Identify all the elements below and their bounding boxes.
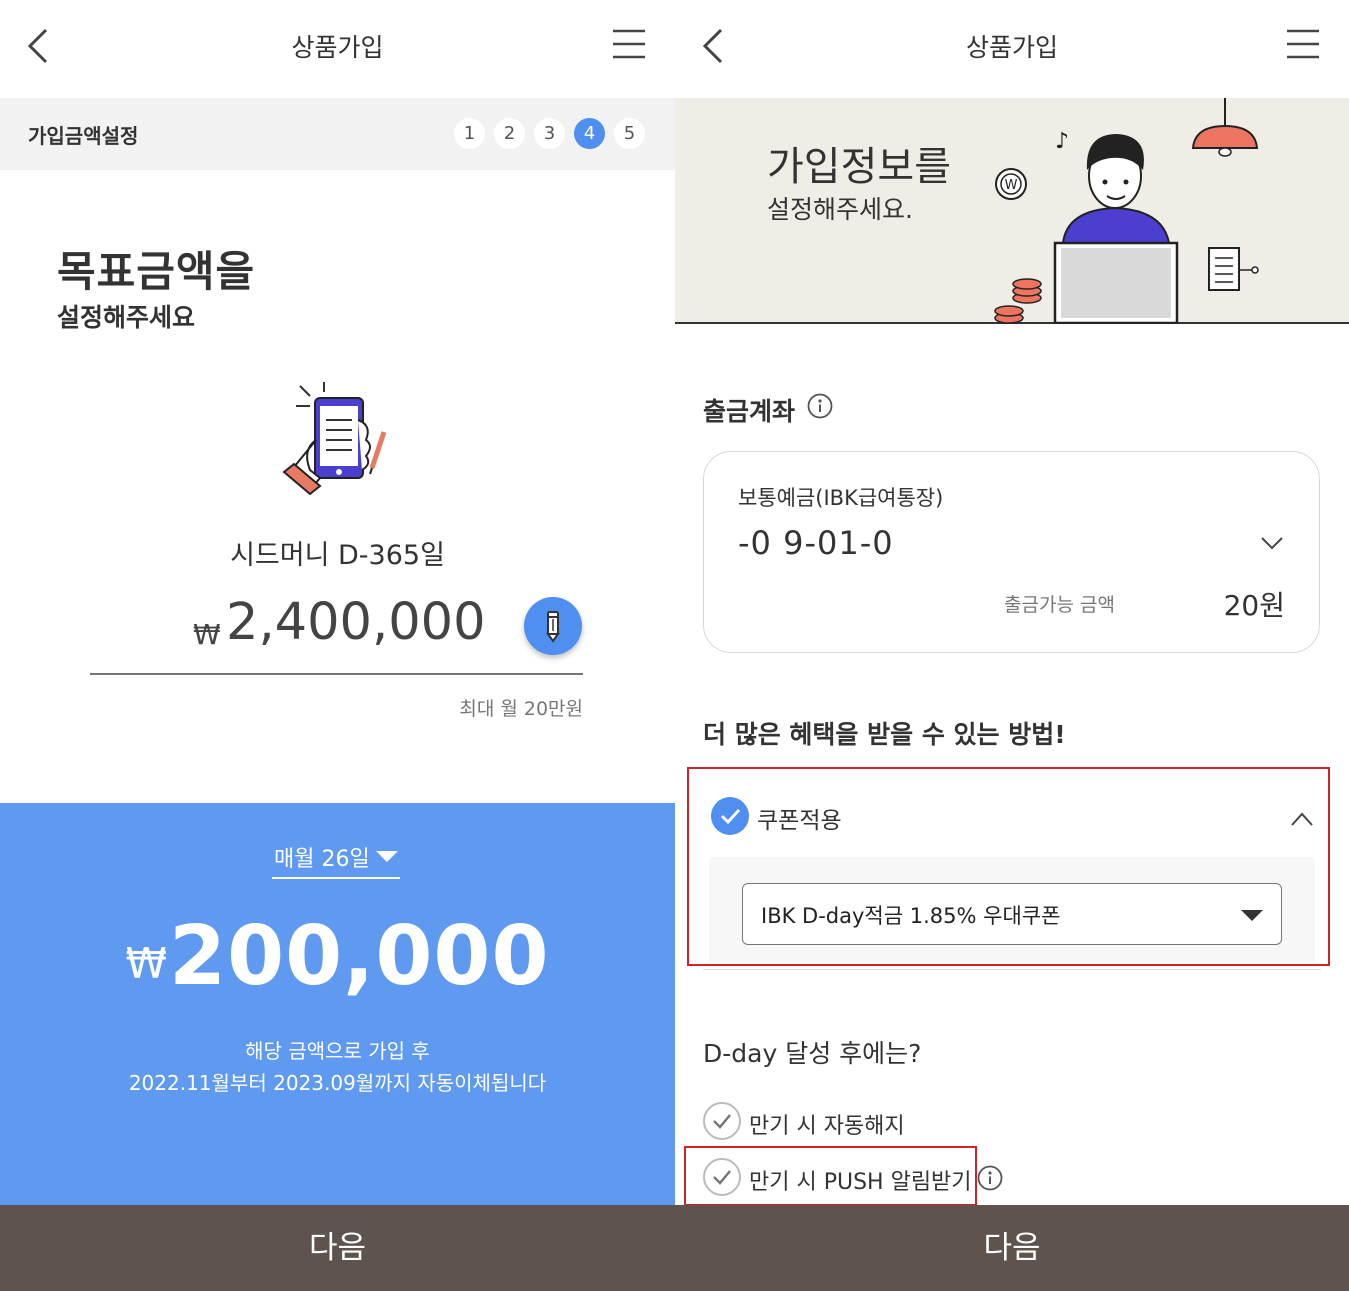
page-title: 상품가입 xyxy=(965,33,1058,62)
monthly-note-line2: 2022.11월부터 2023.09월까지 자동이체됩니다 xyxy=(128,1071,547,1095)
caret-down-icon xyxy=(376,851,398,862)
step-1: 1 xyxy=(454,118,485,149)
chevron-down-icon xyxy=(1261,537,1283,550)
svg-text:W: W xyxy=(1005,178,1018,193)
monthly-note-line1: 해당 금액으로 가입 후 xyxy=(245,1039,430,1063)
heading-subtitle: 설정해주세요 xyxy=(57,303,196,332)
check-circle-icon[interactable] xyxy=(703,1102,741,1140)
next-button[interactable]: 다음 xyxy=(675,1205,1349,1291)
page-title: 상품가입 xyxy=(291,33,384,62)
max-amount-note: 최대 월 20만원 xyxy=(459,698,583,720)
divider xyxy=(703,969,1321,970)
dday-title: D-day 달성 후에는? xyxy=(703,1039,922,1068)
next-button[interactable]: 다음 xyxy=(0,1205,675,1291)
withdraw-account-select[interactable]: 보통예금(IBK급여통장) -0 9-01-0 출금가능 금액 20원 xyxy=(703,451,1320,653)
monthly-amount: ₩200,000 xyxy=(0,909,675,1004)
heading-title: 목표금액을 xyxy=(57,247,256,296)
target-amount-value: 2,400,000 xyxy=(226,593,486,652)
info-banner: 가입정보를 설정해주세요. W ♪ xyxy=(675,98,1349,324)
option-label: 만기 시 자동해지 xyxy=(749,1114,905,1139)
monthly-amount-value: 200,000 xyxy=(169,909,550,1004)
step-4-active: 4 xyxy=(574,118,605,149)
step-bar: 가입금액설정 1 2 3 4 5 xyxy=(0,98,675,170)
currency-symbol: ₩ xyxy=(193,618,221,651)
check-circle-icon[interactable] xyxy=(703,1158,741,1196)
edit-amount-button[interactable] xyxy=(524,597,582,655)
seed-money-dday: 시드머니 D-365일 xyxy=(230,540,445,571)
menu-icon[interactable] xyxy=(1287,28,1319,60)
coupon-select-area: IBK D-day적금 1.85% 우대쿠폰 xyxy=(709,857,1315,962)
target-amount-field[interactable]: ₩ 2,400,000 xyxy=(90,585,583,675)
monthly-currency: ₩ xyxy=(125,939,168,988)
right-screen: 상품가입 가입정보를 설정해주세요. W ♪ 출금계좌 보통예금(IBK급여통장… xyxy=(675,0,1349,1291)
caret-down-icon xyxy=(1241,910,1263,921)
available-amount-value: 20원 xyxy=(1223,589,1285,622)
monthly-amount-panel: 매월 26일 ₩200,000 해당 금액으로 가입 후 2022.11월부터 … xyxy=(0,803,675,1205)
phone-checklist-illustration xyxy=(282,382,387,496)
coupon-dropdown[interactable]: IBK D-day적금 1.85% 우대쿠폰 xyxy=(742,883,1282,945)
chevron-up-icon[interactable] xyxy=(1290,807,1314,831)
coupon-label: 쿠폰적용 xyxy=(757,808,842,834)
step-5: 5 xyxy=(614,118,645,149)
monthly-date-value: 매월 26일 xyxy=(274,847,370,872)
benefit-title: 더 많은 혜택을 받을 수 있는 방법! xyxy=(703,720,1066,749)
left-screen: 상품가입 가입금액설정 1 2 3 4 5 목표금액을 설정해주세요 시드머니 … xyxy=(0,0,675,1291)
step-indicator: 1 2 3 4 5 xyxy=(454,118,645,149)
option-label: 만기 시 PUSH 알림받기 xyxy=(749,1170,972,1195)
monthly-date-select[interactable]: 매월 26일 xyxy=(272,839,400,879)
available-amount-label: 출금가능 금액 xyxy=(1004,594,1115,616)
info-icon[interactable] xyxy=(977,1165,1003,1191)
step-label: 가입금액설정 xyxy=(28,124,139,148)
coupon-section: 쿠폰적용 IBK D-day적금 1.85% 우대쿠폰 xyxy=(687,767,1330,966)
header: 상품가입 xyxy=(675,0,1349,98)
header: 상품가입 xyxy=(0,0,675,98)
step-2: 2 xyxy=(494,118,525,149)
svg-text:♪: ♪ xyxy=(1055,129,1069,154)
pencil-icon xyxy=(546,611,560,643)
info-icon[interactable] xyxy=(807,393,833,419)
withdraw-title: 출금계좌 xyxy=(703,397,796,426)
step-3: 3 xyxy=(534,118,565,149)
menu-icon[interactable] xyxy=(613,28,645,60)
coupon-selected-value: IBK D-day적금 1.85% 우대쿠폰 xyxy=(761,904,1061,928)
check-circle-icon[interactable] xyxy=(711,797,749,835)
account-number: -0 9-01-0 xyxy=(738,524,894,562)
account-name: 보통예금(IBK급여통장) xyxy=(738,486,944,510)
person-laptop-illustration: W ♪ xyxy=(994,98,1259,324)
